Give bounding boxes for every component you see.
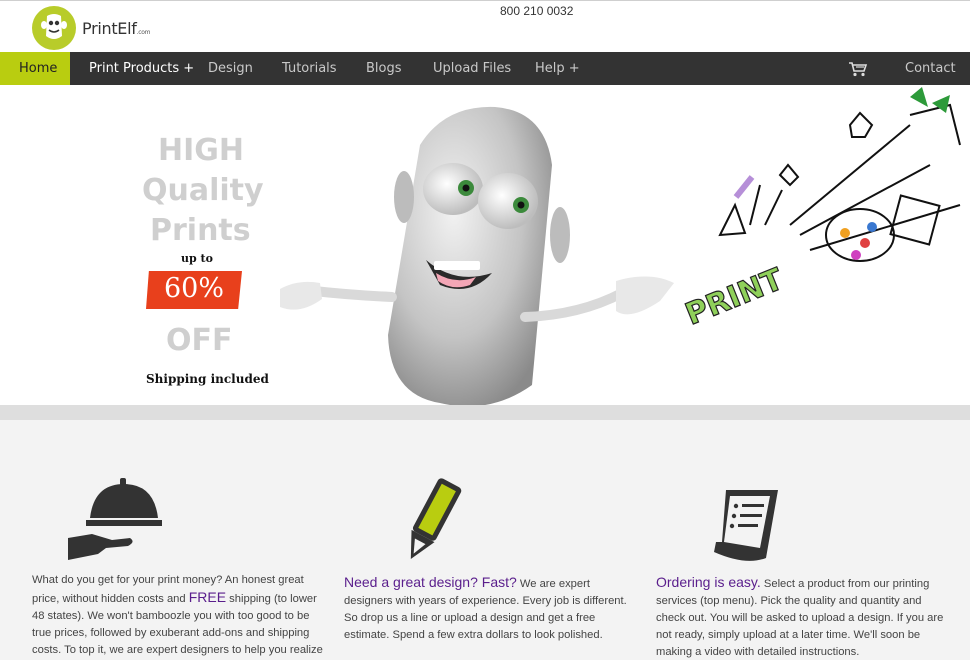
receipt-icon [714,490,778,561]
nav-help[interactable]: Help + [535,52,580,85]
elf-mascot-illustration [280,106,674,405]
nav-home[interactable]: Home [0,52,70,85]
phone-number: 800 210 0032 [500,4,574,18]
nav-design[interactable]: Design [208,52,253,85]
pencil-icon [410,478,462,559]
logo[interactable]: PrintElf.com [32,6,150,50]
nav-upload-files[interactable]: Upload Files [433,52,511,85]
promo-high: HIGH [158,133,245,168]
promo-shipping: Shipping included [146,372,269,386]
feature-pricing-text: What do you get for your print money? An… [32,574,323,656]
elf-logo-icon [32,6,76,50]
nav-contact[interactable]: Contact + [905,52,970,109]
brand-name: PrintElf.com [82,18,151,38]
feature-ordering-title: Ordering is easy. [656,574,761,590]
discount-percent: 60% [163,273,224,304]
features-section: What do you get for your print money? An… [0,420,970,660]
main-nav: Home Print Products + Design Tutorials B… [0,52,970,109]
promo-prints: Prints [150,213,251,248]
cart-icon[interactable] [848,61,868,82]
art-splash-illustration: PRINT [680,87,961,325]
promo-up-to: up to [181,252,213,265]
feature-design-title: Need a great design? Fast? [344,574,517,590]
promo-off: OFF [166,323,233,358]
header: PrintElf.com 800 210 0032 [0,0,970,52]
nav-print-products[interactable]: Print Products + [89,52,194,85]
nav-blogs[interactable]: Blogs [366,52,402,85]
hero-banner[interactable]: HIGH Quality Prints up to 60% OFF Shippi… [0,85,970,405]
feature-design-text: Need a great design? Fast? We are expert… [344,574,627,641]
serving-tray-icon [68,478,162,560]
nav-tutorials[interactable]: Tutorials [282,52,337,85]
print-word: PRINT [681,262,789,325]
free-highlight: FREE [188,589,227,605]
divider-band [0,405,970,420]
promo-quality: Quality [142,173,264,208]
feature-ordering-text: Ordering is easy. Select a product from … [656,574,944,658]
